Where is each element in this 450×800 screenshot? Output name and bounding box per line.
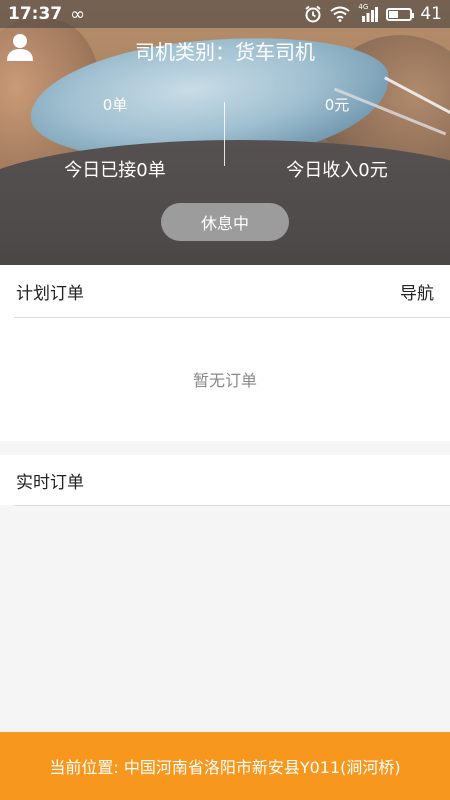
navigation-link[interactable]: 导航 [400, 279, 434, 304]
realtime-orders-section: 实时订单 [0, 455, 450, 506]
battery-level: 41 [420, 4, 442, 24]
realtime-orders-title: 实时订单 [16, 472, 84, 493]
alarm-icon [305, 5, 321, 23]
today-income-label: 今日收入0元 [286, 160, 388, 181]
plan-orders-header: 计划订单 导航 [0, 265, 450, 317]
battery-fill [389, 10, 399, 18]
realtime-orders-header: 实时订单 [0, 455, 450, 505]
plan-orders-title: 计划订单 [16, 283, 84, 304]
battery-icon [386, 7, 415, 21]
today-orders-label: 今日已接0单 [64, 160, 166, 181]
today-orders-value: 0单 [102, 96, 128, 114]
divider [14, 505, 450, 506]
status-time: 17:37 [8, 4, 63, 24]
today-income-value: 0元 [324, 96, 350, 114]
status-bar: 17:37 ∞ 4G 41 [0, 0, 450, 28]
infinity-icon: ∞ [70, 3, 86, 25]
driver-category-title: 司机类别：货车司机 [135, 40, 315, 64]
empty-orders-message: 暂无订单 [192, 371, 257, 390]
cell-signal-icon: 4G [358, 3, 379, 22]
current-location-text: 当前位置: 中国河南省洛阳市新安县Y011(涧河桥) [49, 758, 401, 777]
wifi-icon [330, 6, 350, 22]
rest-status-button[interactable]: 休息中 [161, 203, 289, 241]
stats-divider [224, 102, 225, 166]
current-location-bar[interactable]: 当前位置: 中国河南省洛阳市新安县Y011(涧河桥) [0, 732, 450, 800]
header-banner: 17:37 ∞ 4G 41 司机类别：货车司机 0单 今日已接0单 0元 今日收… [0, 0, 450, 265]
plan-orders-section: 计划订单 导航 暂无订单 [0, 265, 450, 441]
